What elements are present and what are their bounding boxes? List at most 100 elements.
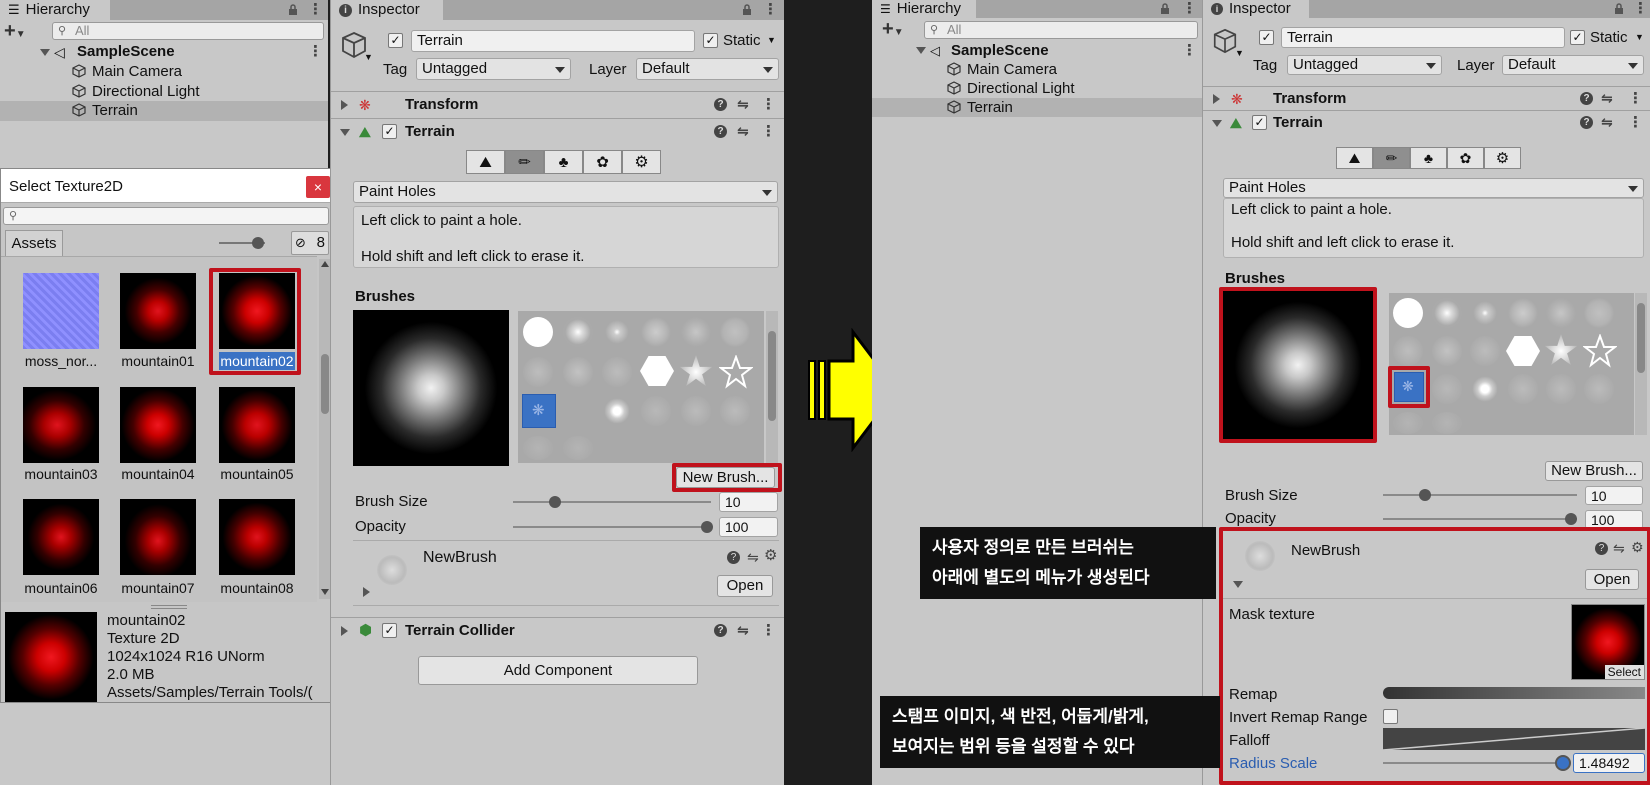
object-name-field[interactable]: Terrain: [1281, 27, 1565, 48]
help-icon[interactable]: ?: [714, 98, 727, 111]
brush-star-outline[interactable]: [1583, 334, 1617, 368]
texture-thumb-mountain08[interactable]: [219, 499, 295, 575]
scene-menu-icon[interactable]: ⋮: [1182, 41, 1197, 60]
brush-noise-1[interactable]: [641, 317, 671, 347]
brush-soft-2[interactable]: [1470, 298, 1500, 328]
raise-terrain-tool[interactable]: ⛰: [1336, 147, 1373, 169]
terrain-settings-tool[interactable]: ⚙: [622, 150, 661, 174]
lock-icon[interactable]: [741, 4, 753, 16]
brush-noise-11[interactable]: [563, 436, 593, 460]
help-icon[interactable]: ?: [727, 551, 740, 564]
hierarchy-item-terrain[interactable]: Terrain: [0, 101, 328, 121]
inspector-tab[interactable]: i Inspector: [331, 0, 443, 20]
brush-noise-10[interactable]: [523, 436, 553, 460]
help-icon[interactable]: ?: [714, 125, 727, 138]
static-checkbox[interactable]: ✓: [703, 33, 718, 48]
brush-noise-10[interactable]: [1584, 374, 1614, 404]
fold-icon[interactable]: [1212, 120, 1222, 127]
layer-dropdown[interactable]: Default: [636, 58, 779, 80]
static-dropdown-icon[interactable]: ▼: [767, 35, 776, 45]
preview-splitter[interactable]: [151, 605, 187, 609]
scroll-up-icon[interactable]: [321, 261, 329, 267]
texture-thumb-mountain05[interactable]: [219, 387, 295, 463]
brush-noise-5[interactable]: [1432, 336, 1462, 366]
component-menu-icon[interactable]: ⋮: [1628, 89, 1643, 109]
brush-noise-2[interactable]: [681, 317, 711, 347]
inspector-menu-icon[interactable]: ⋮: [1633, 0, 1648, 18]
zoom-slider[interactable]: [219, 237, 265, 249]
layer-dropdown[interactable]: Default: [1502, 55, 1644, 75]
paint-terrain-tool[interactable]: ✏: [1373, 147, 1410, 169]
static-dropdown-icon[interactable]: ▼: [1635, 32, 1644, 42]
new-brush-button[interactable]: New Brush...: [1545, 461, 1643, 481]
brush-grid-scrollbar[interactable]: [766, 311, 778, 463]
opacity-slider[interactable]: [513, 521, 713, 533]
component-menu-icon[interactable]: ⋮: [1628, 113, 1643, 133]
brush-size-slider[interactable]: [513, 496, 711, 508]
brush-soft-1[interactable]: [1432, 298, 1462, 328]
hierarchy-search-input[interactable]: ⚲ All: [924, 21, 1198, 39]
hierarchy-menu-icon[interactable]: ⋮: [308, 0, 323, 20]
hierarchy-item-main-camera[interactable]: Main Camera: [872, 60, 1202, 79]
help-icon[interactable]: ?: [1580, 116, 1593, 129]
brush-size-field[interactable]: 10: [719, 492, 778, 512]
brush-hard-round[interactable]: [1393, 298, 1423, 328]
hierarchy-item-terrain[interactable]: Terrain: [872, 98, 1202, 117]
gameobject-icon-dropdown[interactable]: ▼: [364, 52, 373, 62]
component-menu-icon[interactable]: ⋮: [761, 621, 776, 641]
fold-icon[interactable]: [341, 100, 348, 110]
fold-icon[interactable]: [1213, 94, 1220, 104]
brush-hard-round[interactable]: [523, 317, 553, 347]
terrain-collider-header[interactable]: ⬢ ✓ Terrain Collider ? ⇋ ⋮: [331, 617, 784, 643]
hierarchy-item-directional-light[interactable]: Directional Light: [872, 79, 1202, 98]
help-icon[interactable]: ?: [1580, 92, 1593, 105]
scrollbar-thumb[interactable]: [321, 354, 329, 414]
hierarchy-tab[interactable]: ☰ Hierarchy: [0, 0, 110, 20]
paint-details-tool[interactable]: ✿: [583, 150, 622, 174]
tool-mode-dropdown[interactable]: Paint Holes: [1223, 178, 1644, 198]
texture-search-input[interactable]: ⚲: [3, 207, 329, 225]
brush-noise-11[interactable]: [1393, 412, 1423, 434]
brush-noise-8[interactable]: [681, 396, 711, 426]
opacity-knob[interactable]: [1565, 513, 1577, 525]
terrain-enabled-checkbox[interactable]: ✓: [1252, 115, 1267, 130]
texture-thumb-mountain04[interactable]: [120, 387, 196, 463]
paint-trees-tool[interactable]: ♣: [1410, 147, 1447, 169]
fold-icon[interactable]: [363, 587, 370, 597]
hierarchy-menu-icon[interactable]: ⋮: [1182, 0, 1197, 18]
sliders-icon[interactable]: ⇋: [1601, 115, 1613, 129]
brush-noise-9[interactable]: [720, 396, 750, 426]
fold-icon[interactable]: [341, 626, 348, 636]
brush-noise-5[interactable]: [563, 357, 593, 387]
zoom-slider-knob[interactable]: [252, 237, 264, 249]
paint-terrain-tool[interactable]: ✏: [505, 150, 544, 174]
brush-grid-scrollbar[interactable]: [1635, 293, 1647, 435]
hierarchy-item-main-camera[interactable]: Main Camera: [0, 62, 328, 82]
texture-thumb-mountain03[interactable]: [23, 387, 99, 463]
brush-noise-3[interactable]: [720, 317, 750, 347]
tag-dropdown[interactable]: Untagged: [1287, 55, 1442, 75]
component-menu-icon[interactable]: ⋮: [761, 95, 776, 115]
brush-size-knob[interactable]: [549, 496, 561, 508]
hierarchy-tab[interactable]: ☰ Hierarchy: [872, 0, 976, 18]
add-component-button[interactable]: Add Component: [418, 656, 698, 685]
brush-glow[interactable]: [602, 396, 632, 426]
close-button[interactable]: ×: [306, 176, 330, 198]
object-name-field[interactable]: Terrain: [411, 30, 695, 52]
open-button[interactable]: Open: [717, 575, 773, 597]
brush-soft-1[interactable]: [563, 317, 593, 347]
brush-star-outline[interactable]: [719, 355, 753, 389]
brush-noise-4[interactable]: [523, 357, 553, 387]
assets-tab[interactable]: Assets: [5, 230, 63, 256]
hidden-count-toggle[interactable]: ⊘ 8: [291, 231, 329, 255]
scene-row[interactable]: ◁ SampleScene ⋮: [0, 42, 328, 62]
help-icon[interactable]: ?: [714, 624, 727, 637]
terrain-settings-tool[interactable]: ⚙: [1484, 147, 1521, 169]
texture-thumb-moss-normal[interactable]: [23, 273, 99, 349]
terrain-header[interactable]: ⛰ ✓ Terrain ? ⇋ ⋮: [331, 118, 784, 144]
texture-thumb-mountain07[interactable]: [120, 499, 196, 575]
opacity-knob[interactable]: [701, 521, 713, 533]
component-menu-icon[interactable]: ⋮: [761, 122, 776, 142]
scene-row[interactable]: ◁ SampleScene ⋮: [872, 41, 1202, 60]
opacity-field[interactable]: 100: [719, 517, 778, 537]
